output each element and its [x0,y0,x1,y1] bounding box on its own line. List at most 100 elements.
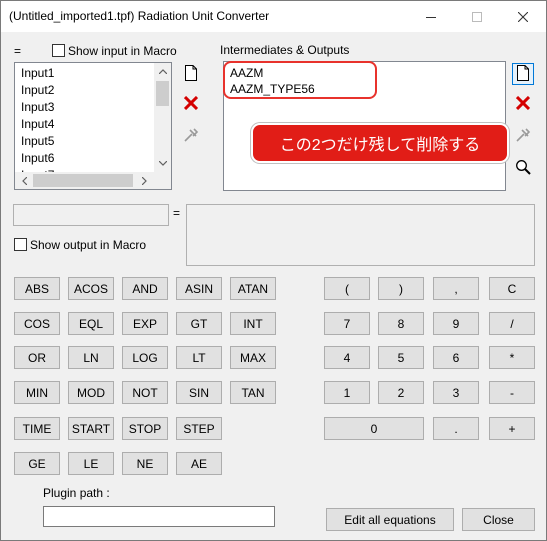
minimize-button[interactable] [408,1,454,32]
annotation-callout: この2つだけ残して削除する [251,123,509,163]
function-button-log[interactable]: LOG [122,346,168,369]
list-item[interactable]: Input5 [21,134,54,148]
inputs-listbox[interactable]: Input1 Input2 Input3 Input4 Input5 Input… [14,62,172,190]
outputs-header: Intermediates & Outputs [220,43,350,57]
function-button-max[interactable]: MAX [230,346,276,369]
show-input-in-macro-checkbox[interactable] [52,44,65,57]
maximize-icon [472,11,482,22]
edit-tools-icon [515,127,531,146]
function-button-not[interactable]: NOT [122,381,168,404]
edit-all-equations-button[interactable]: Edit all equations [326,508,454,531]
scroll-thumb[interactable] [156,81,169,106]
show-input-in-macro-label: Show input in Macro [68,44,177,58]
list-item[interactable]: Input4 [21,117,54,131]
function-button-ne[interactable]: NE [122,452,168,475]
function-button-and[interactable]: AND [122,277,168,300]
function-button-cos[interactable]: COS [14,312,60,335]
keypad-button-3[interactable]: 3 [433,381,479,404]
keypad-button-9[interactable]: 9 [433,312,479,335]
keypad-button-comma[interactable]: , [433,277,479,300]
function-button-int[interactable]: INT [230,312,276,335]
list-item[interactable]: Input6 [21,151,54,165]
function-button-asin[interactable]: ASIN [176,277,222,300]
function-button-start[interactable]: START [68,417,114,440]
function-button-acos[interactable]: ACOS [68,277,114,300]
inputs-horizontal-scrollbar[interactable] [15,172,154,189]
maximize-button[interactable] [454,1,500,32]
variable-name-field[interactable] [13,204,169,226]
keypad-button-4[interactable]: 4 [324,346,370,369]
scroll-right-icon[interactable] [137,173,152,188]
plugin-path-input[interactable] [43,506,275,527]
function-button-le[interactable]: LE [68,452,114,475]
function-button-ln[interactable]: LN [68,346,114,369]
close-icon [518,11,528,22]
equation-formula-field[interactable] [186,204,535,266]
function-button-min[interactable]: MIN [14,381,60,404]
keypad-button-divide[interactable]: / [489,312,535,335]
close-dialog-button[interactable]: Close [462,508,535,531]
keypad-button-plus[interactable]: + [489,417,535,440]
list-item[interactable]: Input2 [21,83,54,97]
list-item[interactable]: Input3 [21,100,54,114]
inputs-vertical-scrollbar[interactable] [154,63,171,172]
edit-output-button[interactable] [512,125,534,147]
show-output-in-macro-label: Show output in Macro [30,238,147,252]
function-button-mod[interactable]: MOD [68,381,114,404]
close-button[interactable] [500,1,546,32]
magnifier-icon [515,159,531,178]
keypad-button-minus[interactable]: - [489,381,535,404]
keypad-button-clear[interactable]: C [489,277,535,300]
delete-x-icon [515,95,531,113]
new-document-icon [516,64,530,84]
keypad-button-0[interactable]: 0 [324,417,424,440]
search-output-button[interactable] [512,157,534,179]
equation-equals-label: = [173,206,181,220]
scroll-thumb[interactable] [33,174,133,187]
delete-output-button[interactable] [512,93,534,115]
edit-tools-icon [183,127,199,146]
scroll-corner [154,172,171,189]
plugin-path-label: Plugin path : [43,486,110,500]
new-output-button[interactable] [512,63,534,85]
keypad-button-decimal[interactable]: . [433,417,479,440]
function-button-ae[interactable]: AE [176,452,222,475]
keypad-button-2[interactable]: 2 [378,381,424,404]
new-document-icon [184,64,198,84]
keypad-button-1[interactable]: 1 [324,381,370,404]
list-item[interactable]: Input1 [21,66,54,80]
radiation-unit-converter-window: (Untitled_imported1.tpf) Radiation Unit … [0,0,547,541]
function-button-atan[interactable]: ATAN [230,277,276,300]
keypad-button-7[interactable]: 7 [324,312,370,335]
function-button-sin[interactable]: SIN [176,381,222,404]
edit-input-button[interactable] [180,125,202,147]
window-title: (Untitled_imported1.tpf) Radiation Unit … [9,9,270,23]
function-button-stop[interactable]: STOP [122,417,168,440]
function-button-abs[interactable]: ABS [14,277,60,300]
keypad-button-8[interactable]: 8 [378,312,424,335]
function-button-step[interactable]: STEP [176,417,222,440]
keypad-button-multiply[interactable]: * [489,346,535,369]
keypad-button-open-paren[interactable]: ( [324,277,370,300]
delete-x-icon [183,95,199,113]
keypad-button-6[interactable]: 6 [433,346,479,369]
scroll-up-icon[interactable] [155,64,170,79]
function-button-ge[interactable]: GE [14,452,60,475]
scroll-left-icon[interactable] [17,173,32,188]
function-button-eql[interactable]: EQL [68,312,114,335]
keypad-button-close-paren[interactable]: ) [378,277,424,300]
function-button-time[interactable]: TIME [14,417,60,440]
new-input-button[interactable] [180,63,202,85]
keypad-button-5[interactable]: 5 [378,346,424,369]
delete-input-button[interactable] [180,93,202,115]
annotation-text: この2つだけ残して削除する [279,137,481,154]
function-button-gt[interactable]: GT [176,312,222,335]
function-button-lt[interactable]: LT [176,346,222,369]
scroll-down-icon[interactable] [155,156,170,171]
show-output-in-macro-checkbox[interactable] [14,238,27,251]
function-button-tan[interactable]: TAN [230,381,276,404]
title-bar: (Untitled_imported1.tpf) Radiation Unit … [1,1,546,32]
minimize-icon [426,12,436,22]
function-button-exp[interactable]: EXP [122,312,168,335]
function-button-or[interactable]: OR [14,346,60,369]
